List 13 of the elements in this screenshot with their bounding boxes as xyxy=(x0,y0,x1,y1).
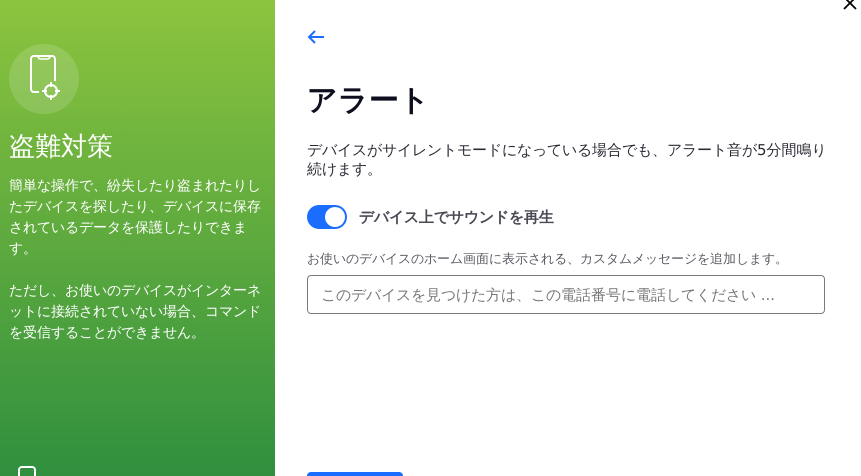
sidebar-paragraph: ただし、お使いのデバイスがインターネットに接続されていない場合、コマンドを受信することができません。 xyxy=(9,282,262,343)
phone-icon xyxy=(17,466,37,476)
back-arrow-icon[interactable] xyxy=(307,30,325,44)
close-icon[interactable] xyxy=(843,0,857,10)
sidebar-paragraph: 簡単な操作で、紛失したり盗まれたりしたデバイスを探したり、デバイスに保存されているデータを保護したりできます。 xyxy=(9,177,262,259)
field-hint: お使いのデバイスのホーム画面に表示される、カスタムメッセージを追加します。 xyxy=(307,251,789,269)
message-field[interactable]: このデバイスを見つけた方は、この電話番号に電話してください ... xyxy=(307,275,825,314)
toggle-label: デバイス上でサウンドを再生 xyxy=(359,208,554,226)
toggle-switch[interactable] xyxy=(307,205,347,229)
sidebar-title: 盗難対策 xyxy=(9,131,114,164)
phone-target-icon xyxy=(9,44,79,114)
description-text: デバイスがサイレントモードになっている場合でも、アラート音が5分間鳴り続けます。 xyxy=(307,141,828,179)
page-title: アラート xyxy=(307,82,431,120)
